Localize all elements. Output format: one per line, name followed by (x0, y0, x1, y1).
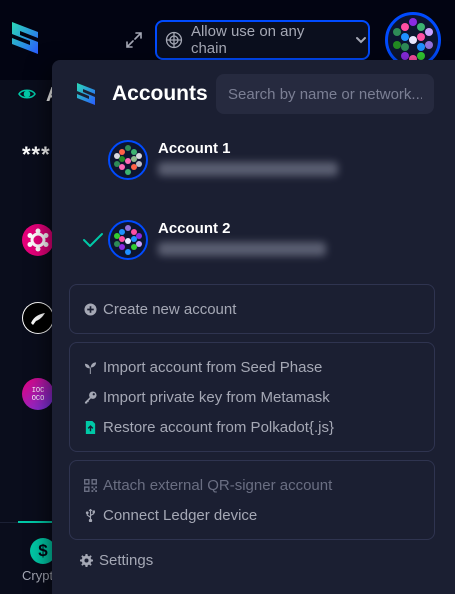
chain-selector[interactable]: Allow use on any chain (155, 20, 370, 60)
kusama-token-icon (22, 302, 54, 334)
svg-text:IOC: IOC (32, 387, 45, 395)
eye-icon[interactable] (18, 86, 36, 102)
subwallet-logo-icon[interactable] (10, 18, 40, 58)
subwallet-logo-icon (77, 83, 95, 105)
chain-selector-label: Allow use on any chain (190, 23, 305, 57)
file-upload-icon (85, 420, 96, 434)
account-search-input[interactable] (216, 74, 434, 114)
account-name: Account 1 (158, 140, 231, 157)
import-seed-phrase-button[interactable]: Import account from Seed Phase (84, 356, 322, 378)
masked-balance: *** (22, 142, 51, 167)
account-avatar (108, 220, 148, 260)
account-address-blurred (158, 242, 326, 256)
expand-icon[interactable] (124, 30, 144, 50)
ioco-token-icon: IOC OCO (22, 378, 54, 410)
account-name: Account 2 (158, 220, 231, 237)
chevron-down-icon (356, 37, 367, 44)
settings-label: Settings (99, 552, 154, 569)
connect-ledger-button[interactable]: Connect Ledger device (84, 504, 257, 526)
account-avatar (108, 140, 148, 180)
account-item-2[interactable]: Account 2 (52, 220, 455, 280)
globe-icon (165, 31, 183, 49)
qr-code-icon (84, 478, 97, 492)
attach-qr-signer-button[interactable]: Attach external QR-signer account (84, 474, 332, 496)
restore-polkadot-label: Restore account from Polkadot{.js} (103, 418, 334, 436)
hardware-account-group: Attach external QR-signer account Connec… (69, 460, 435, 540)
import-metamask-key-label: Import private key from Metamask (103, 388, 330, 406)
import-seed-phrase-label: Import account from Seed Phase (103, 358, 323, 376)
account-item-1[interactable]: Account 1 (52, 140, 455, 200)
svg-text:OCO: OCO (32, 395, 45, 403)
restore-polkadot-button[interactable]: Restore account from Polkadot{.js} (84, 416, 334, 438)
footer-tab-label[interactable]: Crypt (22, 568, 53, 583)
account-address-blurred (158, 162, 338, 176)
connect-ledger-label: Connect Ledger device (103, 506, 258, 524)
settings-button[interactable]: Settings (80, 552, 153, 569)
polkadot-token-icon (22, 224, 54, 256)
accounts-popover: Accounts Account 1 (52, 60, 455, 594)
import-metamask-key-button[interactable]: Import private key from Metamask (84, 386, 330, 408)
import-account-group: Import account from Seed Phase Import pr… (69, 342, 435, 452)
usb-icon (85, 508, 95, 522)
plus-circle-icon (84, 302, 97, 316)
attach-qr-signer-label: Attach external QR-signer account (103, 476, 333, 494)
create-new-account-button[interactable]: Create new account (84, 298, 236, 320)
seedling-icon (84, 361, 97, 374)
create-account-group: Create new account (69, 284, 435, 334)
key-icon (84, 390, 97, 404)
popover-title: Accounts (112, 82, 208, 105)
checkmark-icon (83, 233, 103, 247)
gear-icon (80, 554, 93, 567)
create-new-account-label: Create new account (103, 300, 237, 318)
